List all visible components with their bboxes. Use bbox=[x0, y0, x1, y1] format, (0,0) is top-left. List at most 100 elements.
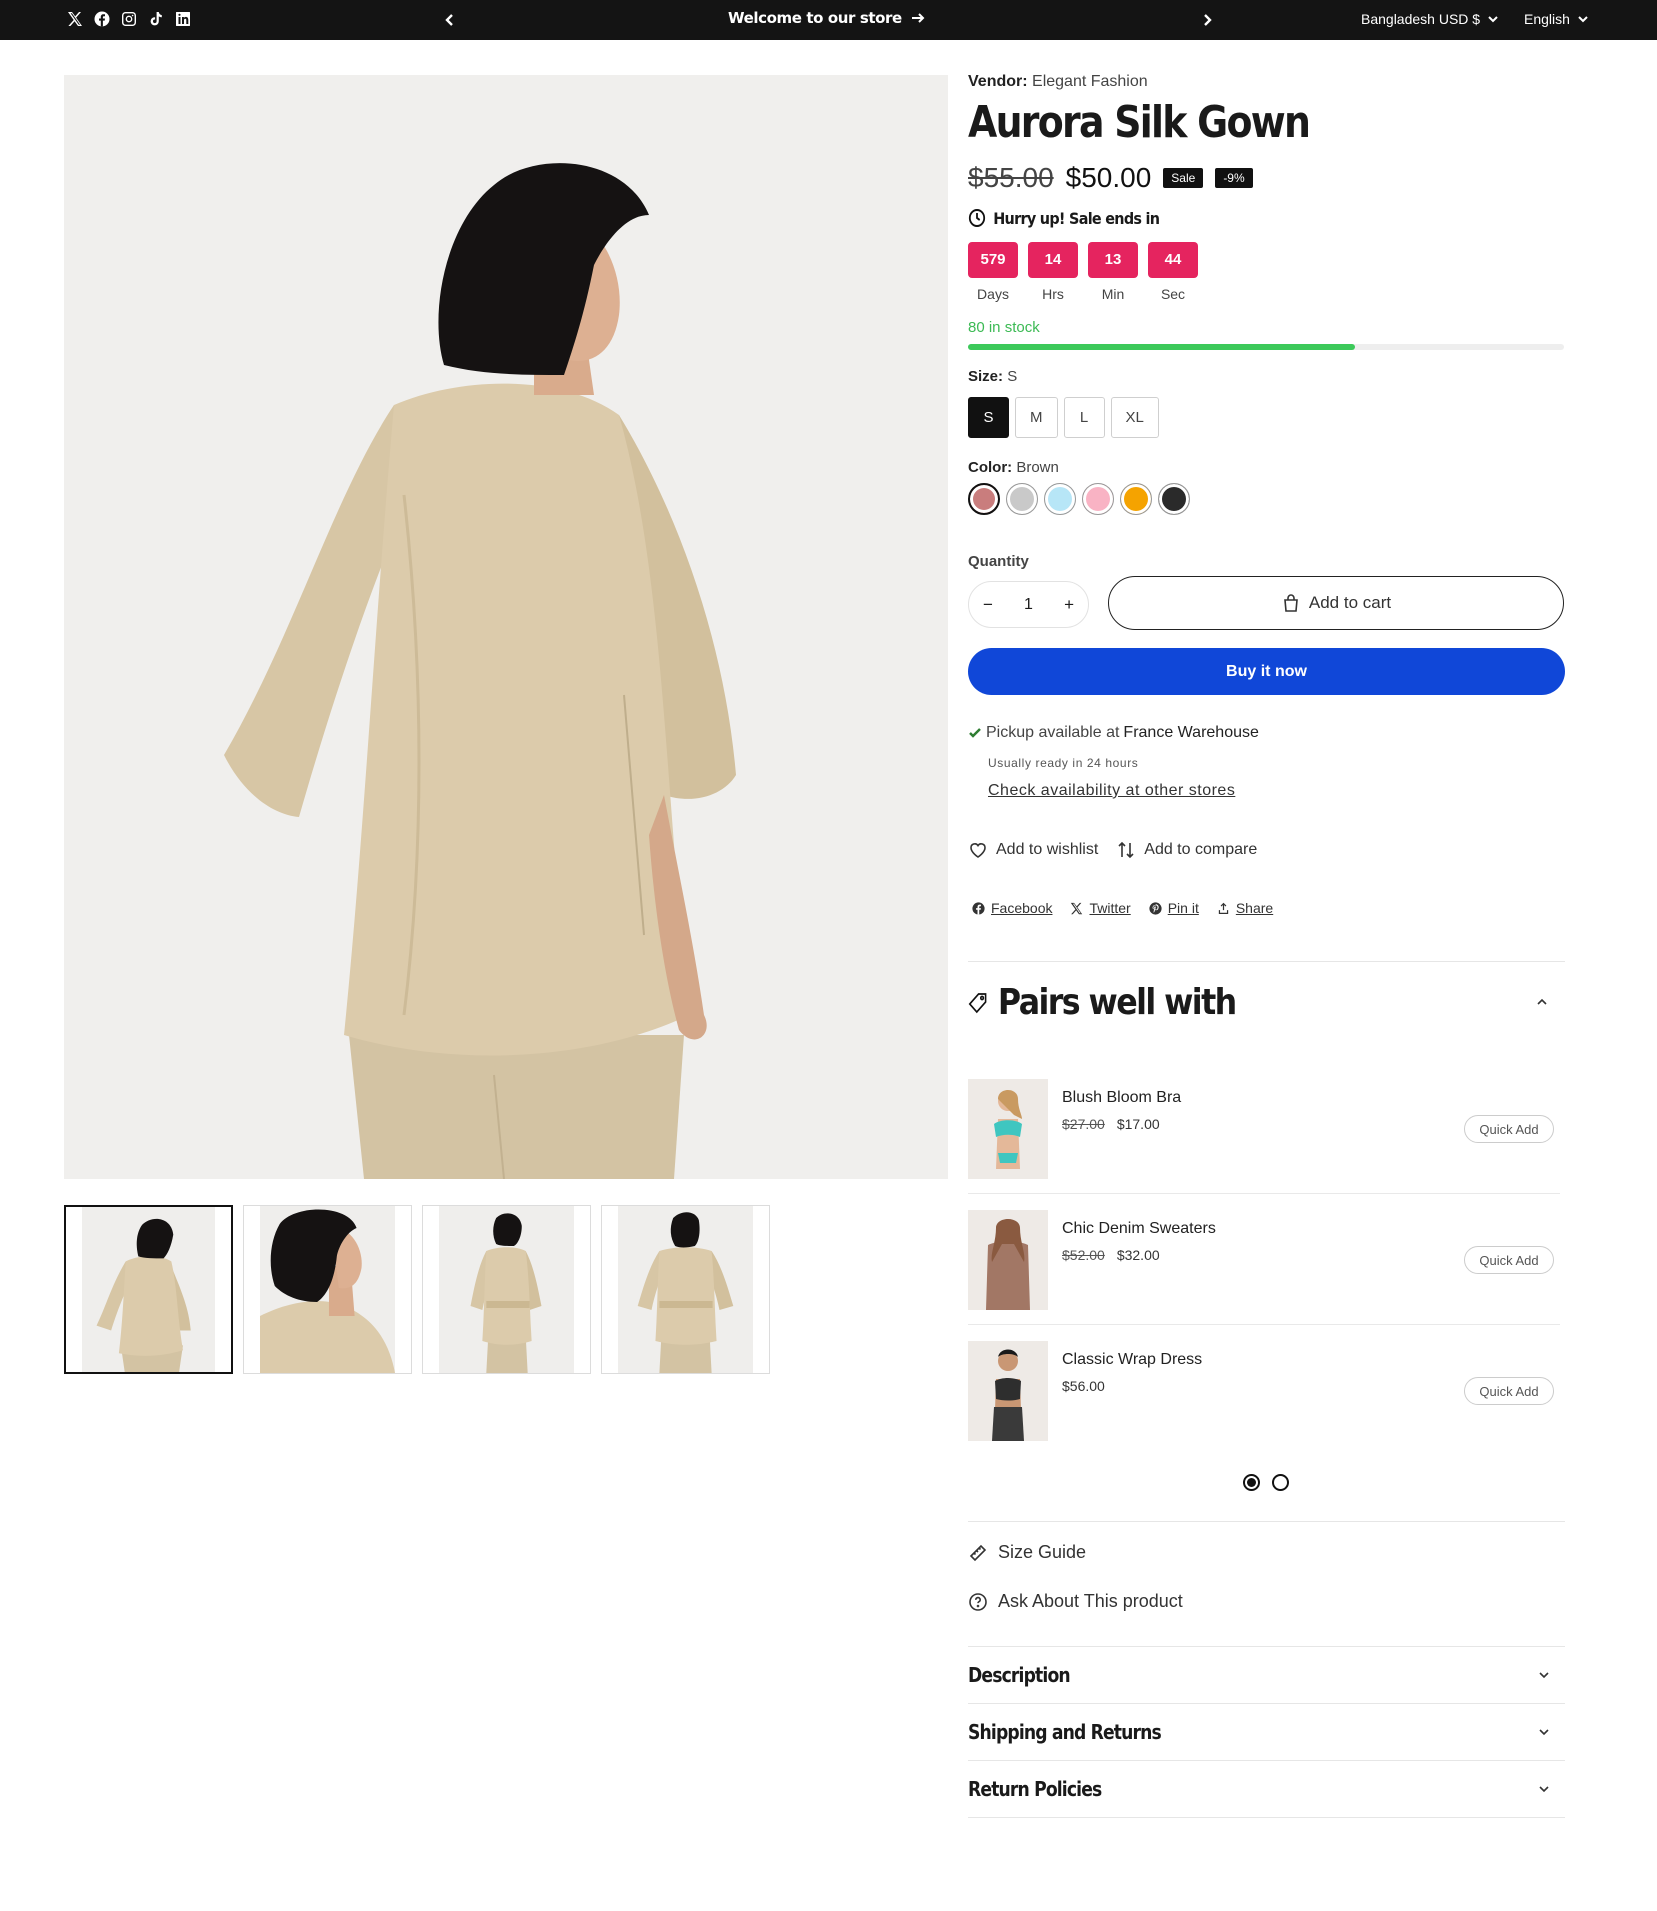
check-availability-link[interactable]: Check availability at other stores bbox=[988, 782, 1235, 800]
countdown-label: Min bbox=[1101, 286, 1125, 302]
product-thumbnail[interactable] bbox=[968, 1079, 1048, 1179]
announcement-next-button[interactable] bbox=[1195, 8, 1219, 32]
thumbnail-3[interactable] bbox=[422, 1205, 591, 1374]
share-link[interactable]: Share bbox=[1217, 900, 1273, 916]
quick-add-button[interactable]: Quick Add bbox=[1464, 1115, 1554, 1143]
facebook-icon bbox=[972, 901, 985, 915]
chevron-left-icon bbox=[445, 14, 453, 26]
accordion-shipping-returns[interactable]: Shipping and Returns bbox=[968, 1704, 1565, 1760]
accordion-description[interactable]: Description bbox=[968, 1647, 1565, 1703]
color-swatch-light-blue[interactable] bbox=[1044, 483, 1076, 515]
chevron-up-icon bbox=[1537, 998, 1547, 1005]
color-label: Color: Brown bbox=[968, 459, 1059, 476]
thumbnail-1[interactable] bbox=[64, 1205, 233, 1374]
announcement-prev-button[interactable] bbox=[438, 8, 462, 32]
carousel-dot-1[interactable] bbox=[1243, 1474, 1260, 1491]
linkedin-icon[interactable] bbox=[174, 10, 192, 28]
product-title: Aurora Silk Gown bbox=[968, 97, 1311, 148]
quantity-increase-button[interactable]: + bbox=[1064, 595, 1074, 615]
share-label: Share bbox=[1235, 900, 1274, 916]
countdown-minutes: 13 Min bbox=[1088, 242, 1138, 302]
share-pinterest-link[interactable]: Pin it bbox=[1149, 900, 1199, 916]
quantity-input[interactable]: 1 bbox=[1024, 596, 1033, 614]
color-swatch-brown[interactable] bbox=[968, 483, 1000, 515]
tag-icon bbox=[968, 992, 987, 1013]
size-option-s[interactable]: S bbox=[968, 397, 1009, 438]
sale-countdown-heading: Hurry up! Sale ends in bbox=[968, 208, 1160, 228]
recommended-product[interactable]: Classic Wrap Dress $56.00 Quick Add bbox=[968, 1341, 1560, 1441]
quantity-decrease-button[interactable]: − bbox=[983, 595, 993, 615]
chevron-right-icon bbox=[1204, 14, 1212, 26]
size-label: Size: S bbox=[968, 368, 1017, 385]
x-icon[interactable] bbox=[66, 10, 84, 28]
ask-about-product-link[interactable]: Ask About This product bbox=[968, 1591, 1183, 1612]
thumbnail-4[interactable] bbox=[601, 1205, 770, 1374]
quantity-label: Quantity bbox=[968, 553, 1029, 570]
chevron-down-icon bbox=[1488, 16, 1498, 23]
facebook-icon[interactable] bbox=[93, 10, 111, 28]
quantity-stepper: − 1 + bbox=[968, 581, 1089, 628]
size-options: S M L XL bbox=[968, 397, 1159, 438]
size-option-xl[interactable]: XL bbox=[1110, 397, 1159, 438]
divider bbox=[968, 1521, 1565, 1522]
thumbnail-strip bbox=[64, 1205, 770, 1374]
pairs-collapse-toggle[interactable] bbox=[1535, 995, 1551, 1011]
color-swatch-pink[interactable] bbox=[1082, 483, 1114, 515]
share-facebook-label: Facebook bbox=[991, 900, 1053, 916]
color-label-key: Color: bbox=[968, 459, 1013, 476]
share-twitter-label: Twitter bbox=[1089, 900, 1131, 916]
announcement-text: Welcome to our store bbox=[728, 9, 902, 27]
countdown-value: 14 bbox=[1028, 242, 1078, 278]
discount-badge: -9% bbox=[1215, 168, 1253, 188]
vendor: Vendor: Elegant Fashion bbox=[968, 73, 1148, 91]
tiktok-icon[interactable] bbox=[147, 10, 165, 28]
compare-label: Add to compare bbox=[1144, 841, 1258, 858]
instagram-icon[interactable] bbox=[120, 10, 138, 28]
size-guide-link[interactable]: Size Guide bbox=[968, 1542, 1086, 1563]
vendor-name: Elegant Fashion bbox=[1032, 73, 1148, 90]
color-swatch-black[interactable] bbox=[1158, 483, 1190, 515]
color-swatch-grey[interactable] bbox=[1006, 483, 1038, 515]
announcement-link[interactable]: Welcome to our store bbox=[728, 9, 926, 27]
size-option-m[interactable]: M bbox=[1015, 397, 1058, 438]
pickup-prefix: Pickup available at bbox=[986, 724, 1120, 741]
chevron-down-icon bbox=[1578, 16, 1588, 23]
buy-now-button[interactable]: Buy it now bbox=[968, 648, 1565, 695]
recommended-product[interactable]: Blush Bloom Bra $27.00 $17.00 Quick Add bbox=[968, 1079, 1560, 1179]
social-links bbox=[66, 10, 192, 28]
product-thumbnail[interactable] bbox=[968, 1210, 1048, 1310]
language-selector[interactable]: English bbox=[1524, 11, 1588, 27]
product-name[interactable]: Blush Bloom Bra bbox=[1062, 1089, 1181, 1107]
thumbnail-2[interactable] bbox=[243, 1205, 412, 1374]
add-to-compare-button[interactable]: Add to compare bbox=[1116, 840, 1257, 860]
product-price: $52.00 $32.00 bbox=[1062, 1247, 1160, 1263]
size-option-l[interactable]: L bbox=[1063, 397, 1105, 438]
share-twitter-link[interactable]: Twitter bbox=[1070, 900, 1131, 916]
product-thumbnail[interactable] bbox=[968, 1341, 1048, 1441]
accordion-return-policies[interactable]: Return Policies bbox=[968, 1761, 1565, 1817]
stock-status: 80 in stock bbox=[968, 319, 1040, 336]
quick-add-button[interactable]: Quick Add bbox=[1464, 1246, 1554, 1274]
announcement-bar: Welcome to our store Bangladesh USD $ En… bbox=[0, 0, 1657, 40]
language-label: English bbox=[1524, 11, 1570, 27]
product-name[interactable]: Chic Denim Sweaters bbox=[1062, 1220, 1216, 1238]
product-main-image[interactable] bbox=[64, 75, 948, 1179]
carousel-dot-2[interactable] bbox=[1272, 1474, 1289, 1491]
ruler-icon bbox=[969, 1544, 987, 1561]
color-selected-value: Brown bbox=[1016, 459, 1059, 476]
country-selector[interactable]: Bangladesh USD $ bbox=[1361, 11, 1498, 27]
recommended-product[interactable]: Chic Denim Sweaters $52.00 $32.00 Quick … bbox=[968, 1210, 1560, 1310]
add-to-cart-button[interactable]: Add to cart bbox=[1108, 576, 1564, 630]
price-row: $55.00 $50.00 Sale -9% bbox=[968, 162, 1253, 194]
quick-add-button[interactable]: Quick Add bbox=[1464, 1377, 1554, 1405]
share-facebook-link[interactable]: Facebook bbox=[972, 900, 1052, 916]
divider bbox=[968, 1324, 1560, 1325]
color-swatch-orange[interactable] bbox=[1120, 483, 1152, 515]
country-label: Bangladesh USD $ bbox=[1361, 11, 1481, 27]
product-name[interactable]: Classic Wrap Dress bbox=[1062, 1351, 1202, 1369]
divider bbox=[968, 1817, 1565, 1818]
chevron-down-icon bbox=[1539, 1729, 1549, 1736]
countdown-timer: 579 Days 14 Hrs 13 Min 44 Sec bbox=[968, 242, 1198, 302]
share-pinterest-label: Pin it bbox=[1167, 900, 1199, 916]
add-to-wishlist-button[interactable]: Add to wishlist bbox=[968, 840, 1098, 860]
